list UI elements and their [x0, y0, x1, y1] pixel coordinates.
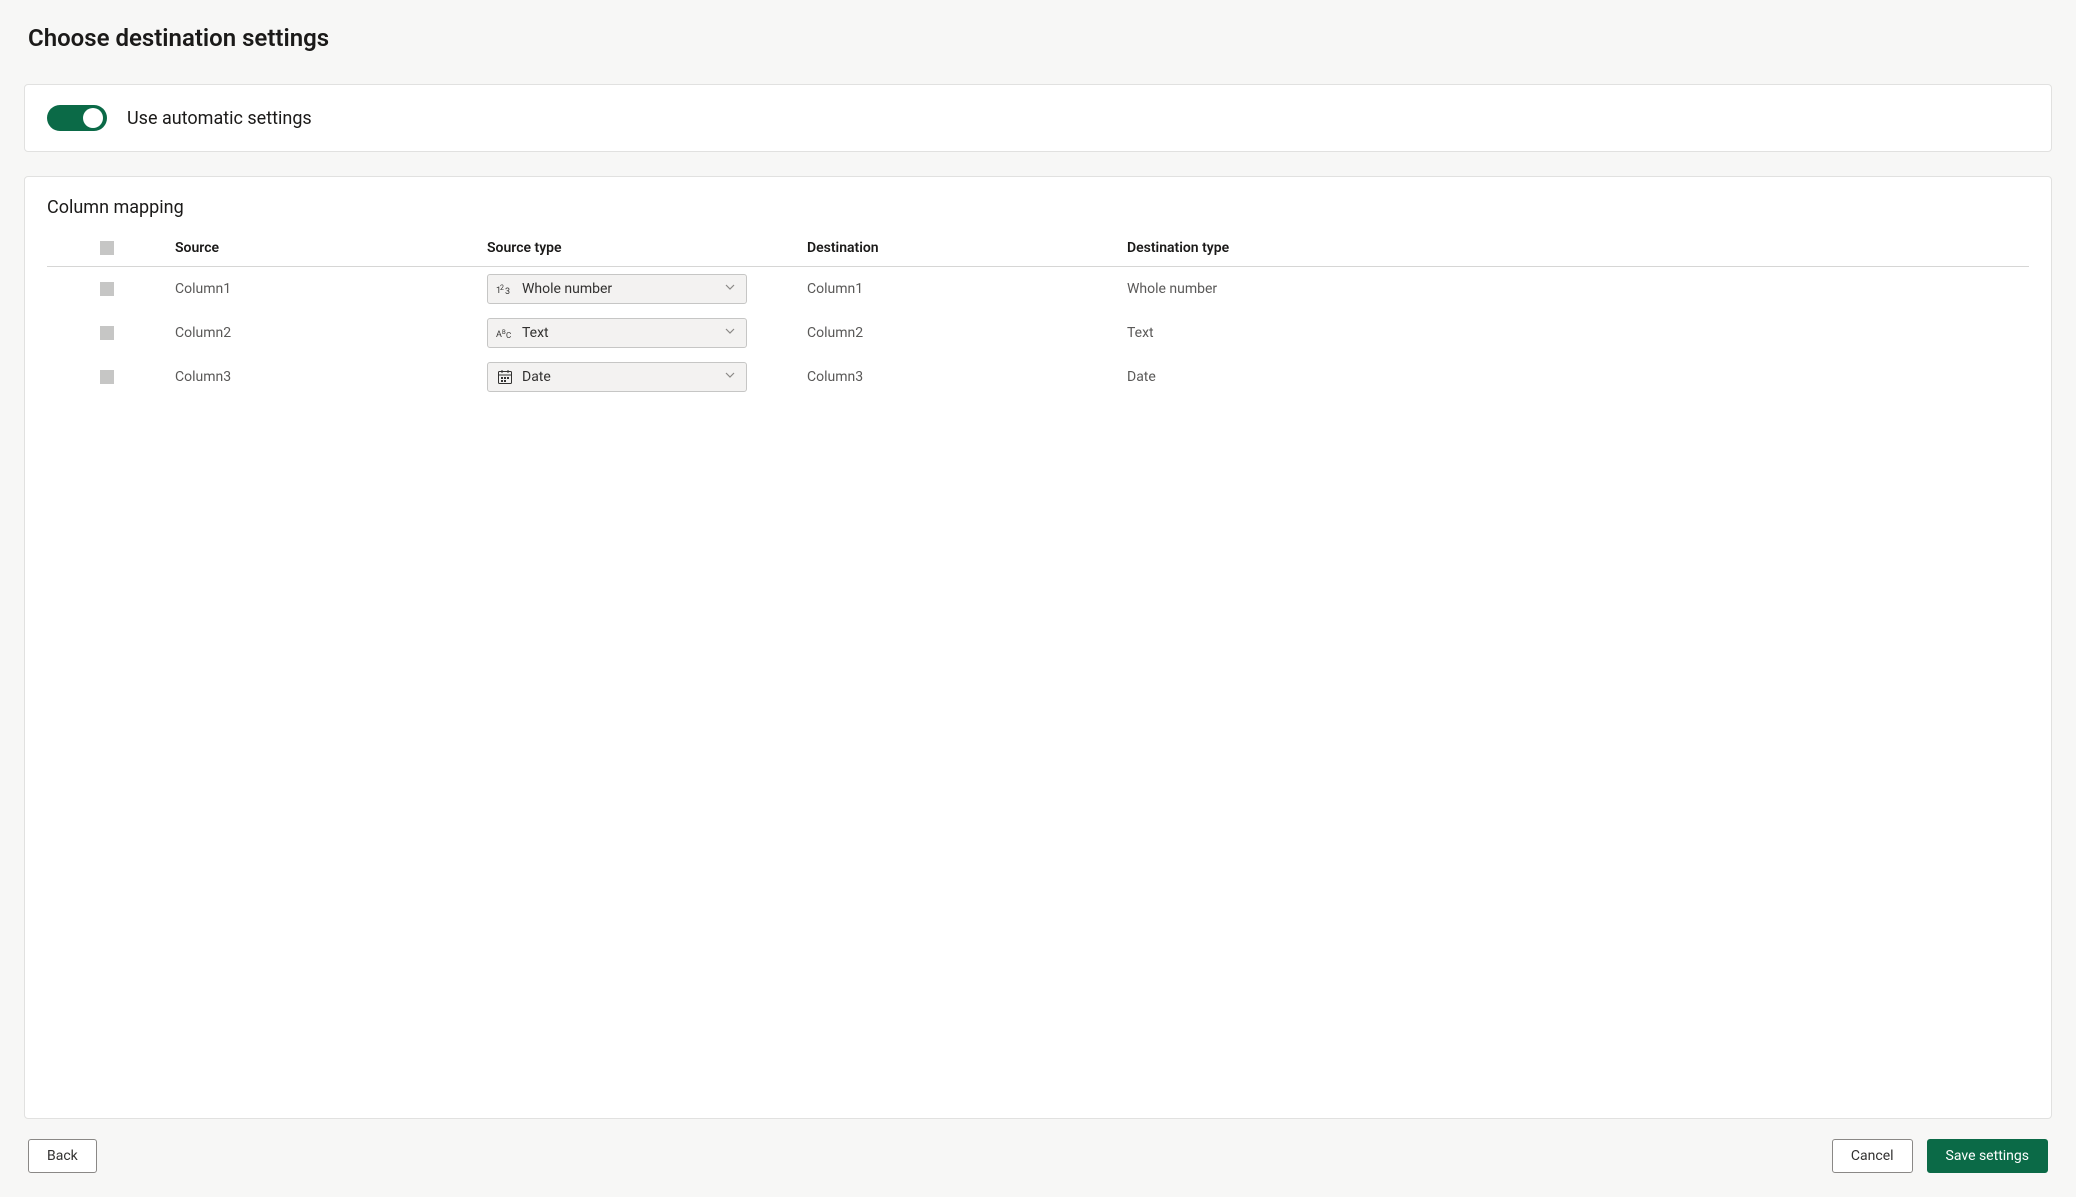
chevron-down-icon — [724, 325, 736, 341]
chevron-down-icon — [724, 369, 736, 385]
table-header-row: Source Source type Destination Destinati… — [47, 240, 2029, 267]
select-all-checkbox[interactable] — [100, 241, 114, 255]
destination-cell: Column2 — [807, 325, 1127, 341]
column-mapping-title: Column mapping — [47, 197, 2029, 218]
row-checkbox[interactable] — [100, 326, 114, 340]
header-source-type: Source type — [487, 240, 807, 256]
destination-type-cell: Whole number — [1127, 281, 2029, 297]
footer: Back Cancel Save settings — [24, 1119, 2052, 1197]
column-mapping-card: Column mapping Source Source type Destin… — [24, 176, 2052, 1119]
row-checkbox[interactable] — [100, 370, 114, 384]
source-type-select[interactable]: ABC Text — [487, 318, 747, 348]
table-row: Column2 ABC Text Column2 Text — [47, 311, 2029, 355]
header-destination: Destination — [807, 240, 1127, 256]
header-destination-type: Destination type — [1127, 240, 2029, 256]
column-mapping-table: Source Source type Destination Destinati… — [47, 240, 2029, 399]
destination-type-cell: Text — [1127, 325, 2029, 341]
use-automatic-label: Use automatic settings — [127, 108, 312, 129]
source-type-label: Whole number — [522, 281, 716, 297]
source-cell: Column1 — [167, 281, 487, 297]
svg-text:C: C — [506, 331, 511, 340]
destination-type-cell: Date — [1127, 369, 2029, 385]
use-automatic-toggle[interactable] — [47, 105, 107, 131]
svg-text:2: 2 — [500, 284, 504, 292]
chevron-down-icon — [724, 281, 736, 297]
source-cell: Column3 — [167, 369, 487, 385]
row-checkbox[interactable] — [100, 282, 114, 296]
back-button[interactable]: Back — [28, 1139, 97, 1173]
number-type-icon: 123 — [496, 280, 514, 298]
table-row: Column3 — [47, 355, 2029, 399]
text-type-icon: ABC — [496, 324, 514, 342]
source-type-select[interactable]: 123 Whole number — [487, 274, 747, 304]
destination-cell: Column3 — [807, 369, 1127, 385]
source-cell: Column2 — [167, 325, 487, 341]
svg-text:3: 3 — [505, 287, 510, 297]
table-row: Column1 123 Whole number Column1 Whole n… — [47, 267, 2029, 311]
source-type-select[interactable]: Date — [487, 362, 747, 392]
header-source: Source — [167, 240, 487, 256]
source-type-label: Date — [522, 369, 716, 385]
source-type-label: Text — [522, 325, 716, 341]
cancel-button[interactable]: Cancel — [1832, 1139, 1913, 1173]
destination-cell: Column1 — [807, 281, 1127, 297]
page-title: Choose destination settings — [28, 24, 2052, 52]
date-type-icon — [496, 368, 514, 386]
save-settings-button[interactable]: Save settings — [1927, 1139, 2048, 1173]
automatic-settings-card: Use automatic settings — [24, 84, 2052, 152]
